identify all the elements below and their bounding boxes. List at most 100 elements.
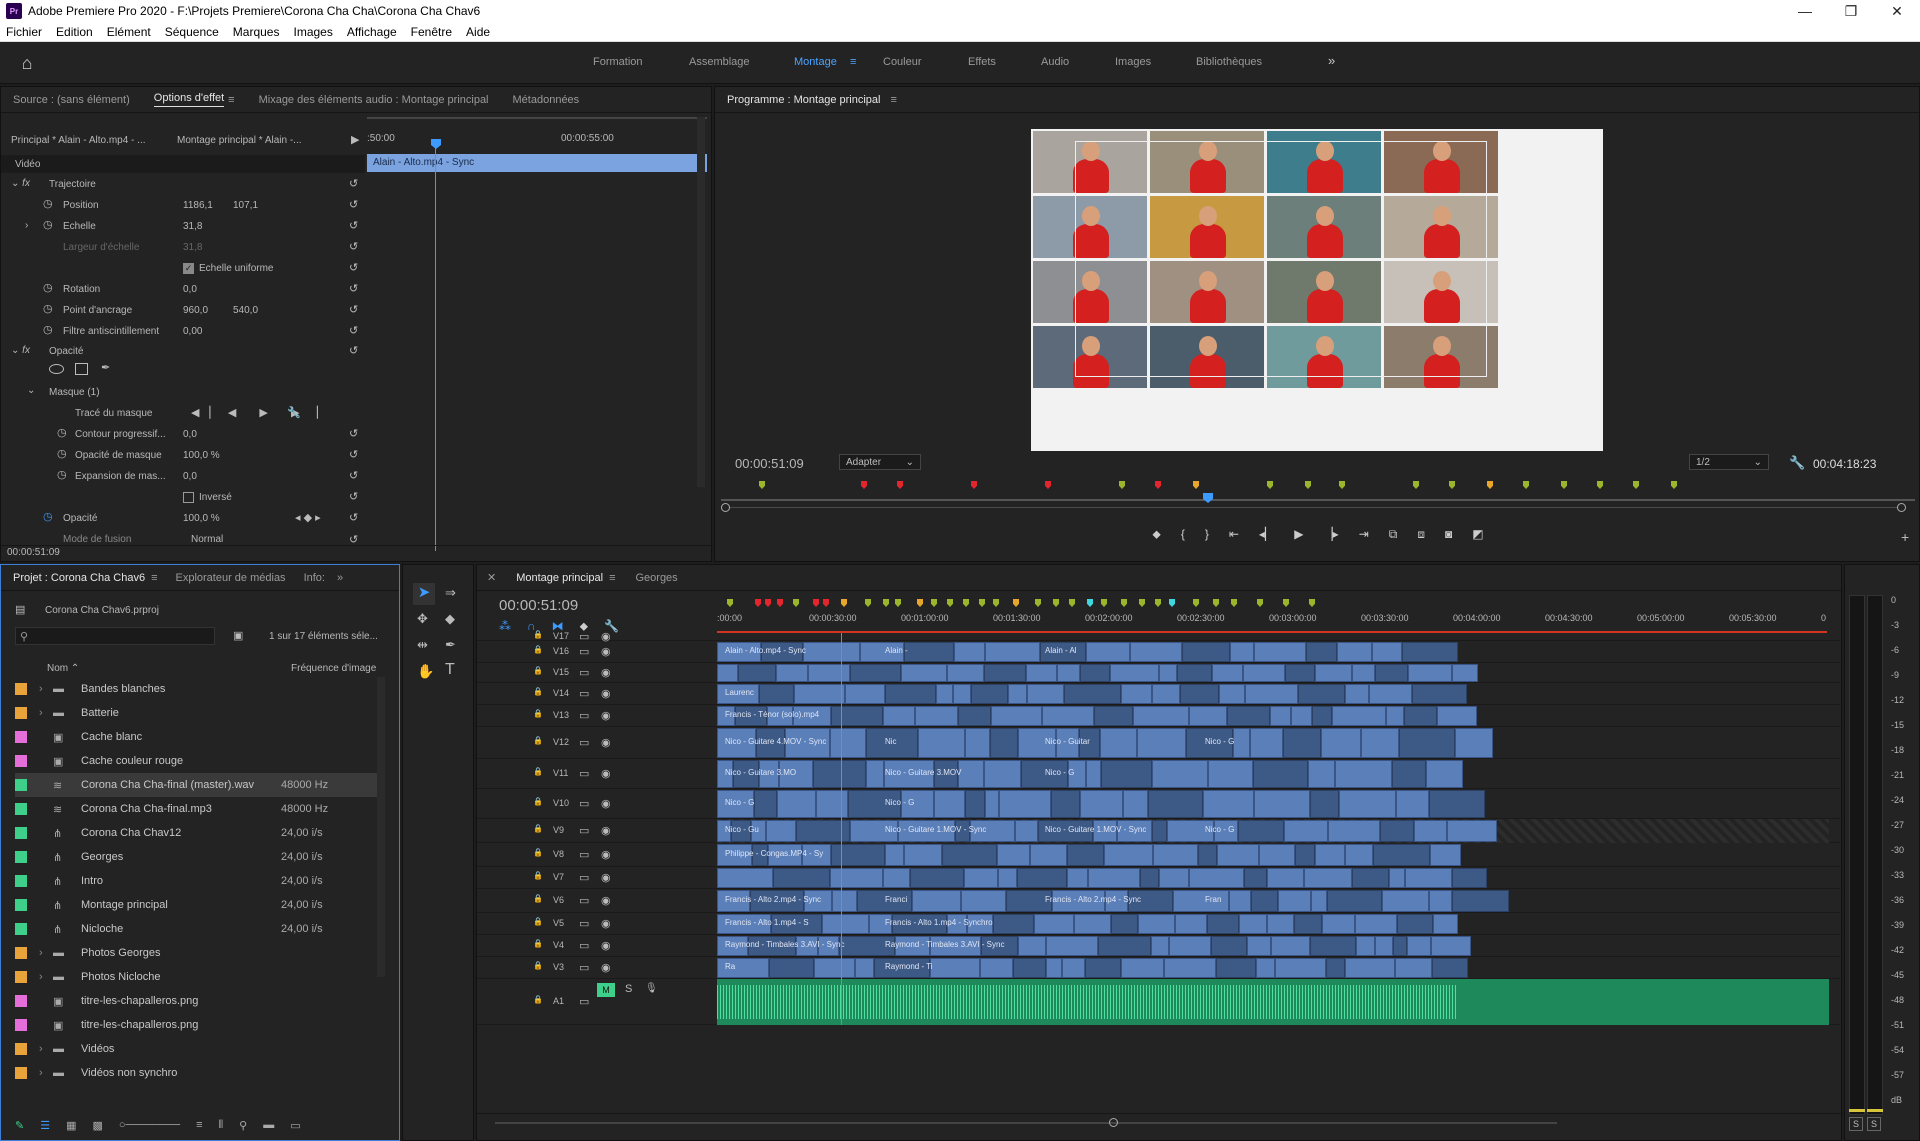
label-color-swatch[interactable] [15, 827, 27, 839]
timeline-clip[interactable] [1245, 684, 1298, 704]
marker[interactable] [1671, 481, 1677, 489]
track-sync-icon[interactable]: ▭ [579, 767, 589, 780]
project-item[interactable]: ≋ Corona Cha Cha-final.mp3 48000 Hz [15, 797, 377, 821]
timeline-clip[interactable] [1034, 914, 1074, 934]
timeline-clip[interactable] [830, 868, 883, 888]
menu-element[interactable]: Elément [107, 25, 151, 39]
timeline-clip[interactable] [918, 728, 965, 758]
inverse-checkbox[interactable] [183, 492, 194, 503]
icon-view-icon[interactable]: ▦ [66, 1119, 76, 1132]
timeline-clip[interactable] [1189, 706, 1227, 726]
ancrage-x-value[interactable]: 960,0 [183, 305, 208, 316]
timeline-clip[interactable] [776, 664, 808, 682]
timeline-clip[interactable] [1027, 684, 1064, 704]
timeline-clip[interactable] [1315, 664, 1352, 682]
timeline-clip[interactable] [997, 844, 1030, 866]
timeline-clip[interactable] [1430, 844, 1461, 866]
ancrage-y-value[interactable]: 540,0 [233, 305, 258, 316]
tab-audio-mixer[interactable]: Mixage des éléments audio : Montage prin… [259, 94, 489, 106]
slip-tool-icon[interactable]: ⇹ [417, 637, 428, 653]
timeline-clip[interactable] [1121, 958, 1164, 978]
timeline-clip[interactable] [1233, 728, 1250, 758]
marker[interactable] [931, 599, 937, 607]
marker[interactable] [1633, 481, 1639, 489]
solo-right-button[interactable]: S [1867, 1117, 1881, 1131]
project-item[interactable]: › ▬ Photos Georges [15, 941, 377, 965]
track-lane[interactable]: Francis - Alto 2.mp4 - Sync Franci Francis… [717, 889, 1829, 913]
marker[interactable] [1523, 481, 1529, 489]
mask-wrench-icon[interactable]: 🔧 [287, 406, 301, 419]
menu-aide[interactable]: Aide [466, 25, 490, 39]
timeline-clip[interactable] [1304, 868, 1352, 888]
track-select-tool-icon[interactable]: ⇒ [445, 585, 456, 601]
timeline-clip[interactable] [1278, 890, 1311, 912]
timeline-clip[interactable] [1254, 642, 1306, 662]
marker[interactable] [1231, 599, 1237, 607]
timeline-clip[interactable] [912, 890, 961, 912]
timeline-clip[interactable] [1332, 706, 1386, 726]
timeline-clip[interactable] [1291, 706, 1312, 726]
rectangle-mask-icon[interactable] [75, 363, 88, 375]
timeline-clip[interactable] [1380, 820, 1414, 842]
timeline-clip[interactable] [1369, 684, 1412, 704]
type-tool-icon[interactable]: T [445, 661, 455, 679]
timeline-clip[interactable] [1175, 914, 1207, 934]
track-name[interactable]: A1 [553, 996, 564, 1006]
list-view-icon[interactable]: ☰ [40, 1119, 50, 1132]
timeline-clip[interactable] [958, 706, 991, 726]
timeline-timecode[interactable]: 00:00:51:09 [499, 597, 578, 614]
find-icon[interactable]: ⚲ [239, 1119, 247, 1132]
timeline-clip[interactable] [1254, 790, 1310, 818]
timeline-clip[interactable] [1094, 706, 1133, 726]
track-name[interactable]: V16 [553, 646, 569, 656]
timeline-clip[interactable] [1208, 760, 1253, 788]
marker[interactable] [1487, 481, 1493, 489]
track-name[interactable]: V12 [553, 737, 569, 747]
track-lane[interactable]: Francis - Alto 1.mp4 - S Francis - Alto 1… [717, 913, 1829, 935]
timeline-clip[interactable] [1080, 790, 1123, 818]
timeline-clip[interactable] [934, 790, 965, 818]
workspace-bibliotheques[interactable]: Bibliothèques [1196, 56, 1262, 68]
mark-in-icon[interactable]: { [1181, 527, 1185, 549]
timeline-clip[interactable] [1101, 760, 1152, 788]
timeline-clip[interactable] [1026, 664, 1057, 682]
label-color-swatch[interactable] [15, 803, 27, 815]
stopwatch-opacite-icon[interactable]: ◷ [43, 510, 53, 523]
timeline-clip[interactable] [814, 958, 855, 978]
col-name-header[interactable]: Nom ⌃ [47, 663, 79, 674]
label-color-swatch[interactable] [15, 947, 27, 959]
track-sync-icon[interactable]: ▭ [579, 871, 589, 884]
timeline-clip[interactable] [1085, 958, 1121, 978]
menu-fenetre[interactable]: Fenêtre [411, 25, 452, 39]
timeline-clip[interactable] [1251, 890, 1278, 912]
col-fps-header[interactable]: Fréquence d'image [291, 663, 376, 674]
timeline-clip[interactable] [1017, 868, 1067, 888]
timeline-clip[interactable] [1074, 914, 1111, 934]
menu-sequence[interactable]: Séquence [165, 25, 219, 39]
razor-tool-icon[interactable]: ◆ [445, 611, 455, 627]
trajectoire-label[interactable]: Trajectoire [49, 179, 96, 190]
program-tab[interactable]: Programme : Montage principal [727, 94, 880, 106]
reset-inverse-icon[interactable]: ↺ [349, 490, 358, 503]
marker[interactable] [993, 599, 999, 607]
workspace-audio[interactable]: Audio [1041, 56, 1069, 68]
timeline-clip[interactable] [1275, 958, 1326, 978]
timeline-clip[interactable] [1110, 664, 1159, 682]
mini-clip-bar[interactable]: Alain - Alto.mp4 - Sync [367, 154, 707, 172]
track-sync-icon[interactable]: ▭ [579, 666, 589, 679]
step-back-icon[interactable]: ◂▏ [1259, 527, 1274, 549]
label-color-swatch[interactable] [15, 1043, 27, 1055]
timeline-clip[interactable] [1140, 868, 1159, 888]
marker[interactable] [1561, 481, 1567, 489]
contour-value[interactable]: 0,0 [183, 429, 197, 440]
track-name[interactable]: V14 [553, 688, 569, 698]
timeline-clip[interactable] [993, 914, 1034, 934]
solo-button[interactable]: S [625, 983, 632, 995]
track-lock-icon[interactable]: 🔒 [533, 871, 543, 880]
tab-source[interactable]: Source : (sans élément) [13, 94, 130, 106]
program-video-frame[interactable] [1031, 129, 1603, 451]
track-name[interactable]: V11 [553, 768, 568, 778]
timeline-clip[interactable] [1064, 684, 1121, 704]
echelle-value[interactable]: 31,8 [183, 221, 202, 232]
timeline-clip[interactable] [1392, 760, 1426, 788]
